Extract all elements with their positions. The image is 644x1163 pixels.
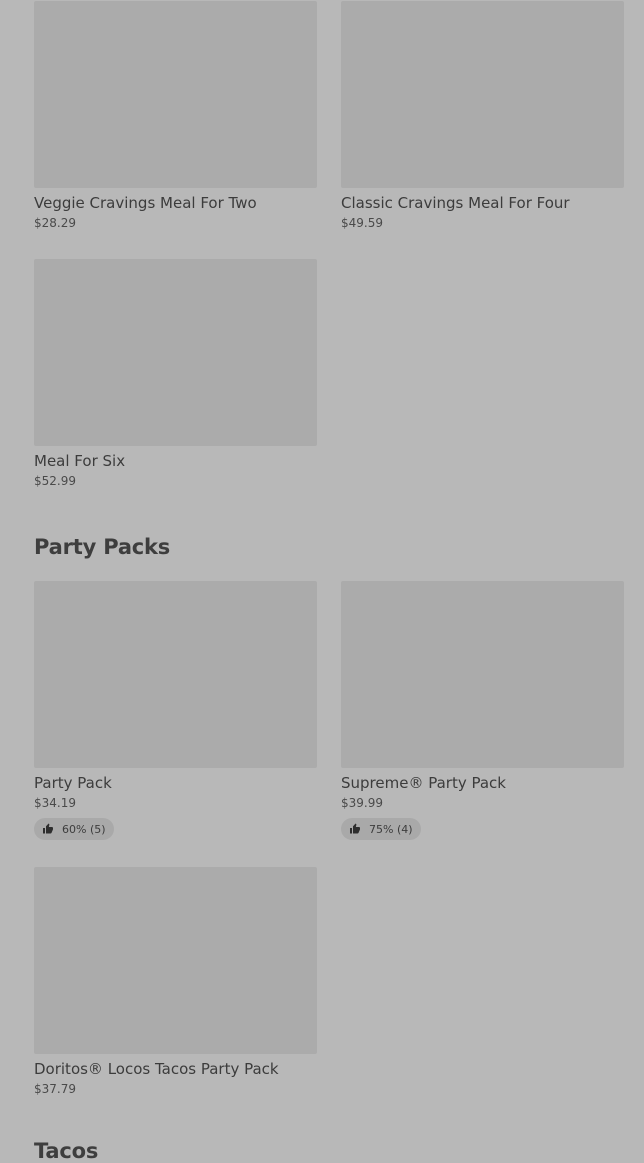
product-image[interactable] <box>341 1 624 188</box>
product-image[interactable] <box>34 867 317 1054</box>
product-card[interactable]: Veggie Cravings Meal For Two $28.29 <box>34 1 317 231</box>
product-price: $28.29 <box>34 216 76 230</box>
product-card[interactable]: Supreme® Party Pack $39.99 75% (4) <box>341 581 624 840</box>
product-card[interactable]: Doritos® Locos Tacos Party Pack $37.79 <box>34 867 317 1097</box>
rating-text: 60% (5) <box>62 822 106 836</box>
product-price: $52.99 <box>34 474 76 488</box>
rating-badge: 60% (5) <box>34 818 114 840</box>
rating-text: 75% (4) <box>369 822 413 836</box>
product-price: $49.59 <box>341 216 383 230</box>
product-price: $37.79 <box>34 1082 76 1096</box>
thumbs-up-icon <box>43 823 53 834</box>
product-card[interactable]: Meal For Six $52.99 <box>34 259 317 489</box>
rating-badge: 75% (4) <box>341 818 421 840</box>
product-title[interactable]: Supreme® Party Pack <box>341 773 624 793</box>
product-title[interactable]: Doritos® Locos Tacos Party Pack <box>34 1059 317 1079</box>
product-title[interactable]: Veggie Cravings Meal For Two <box>34 193 317 213</box>
product-image[interactable] <box>341 581 624 768</box>
product-price: $34.19 <box>34 796 76 810</box>
thumbs-up-icon <box>350 823 360 834</box>
product-image[interactable] <box>34 581 317 768</box>
product-title[interactable]: Classic Cravings Meal For Four <box>341 193 624 213</box>
product-image[interactable] <box>34 1 317 188</box>
product-card[interactable]: Classic Cravings Meal For Four $49.59 <box>341 1 624 231</box>
section-heading-party-packs: Party Packs <box>34 535 171 559</box>
product-title[interactable]: Meal For Six <box>34 451 317 471</box>
product-price: $39.99 <box>341 796 383 810</box>
product-title[interactable]: Party Pack <box>34 773 317 793</box>
section-heading-tacos: Tacos <box>34 1139 99 1163</box>
product-image[interactable] <box>34 259 317 446</box>
product-card[interactable]: Party Pack $34.19 60% (5) <box>34 581 317 840</box>
